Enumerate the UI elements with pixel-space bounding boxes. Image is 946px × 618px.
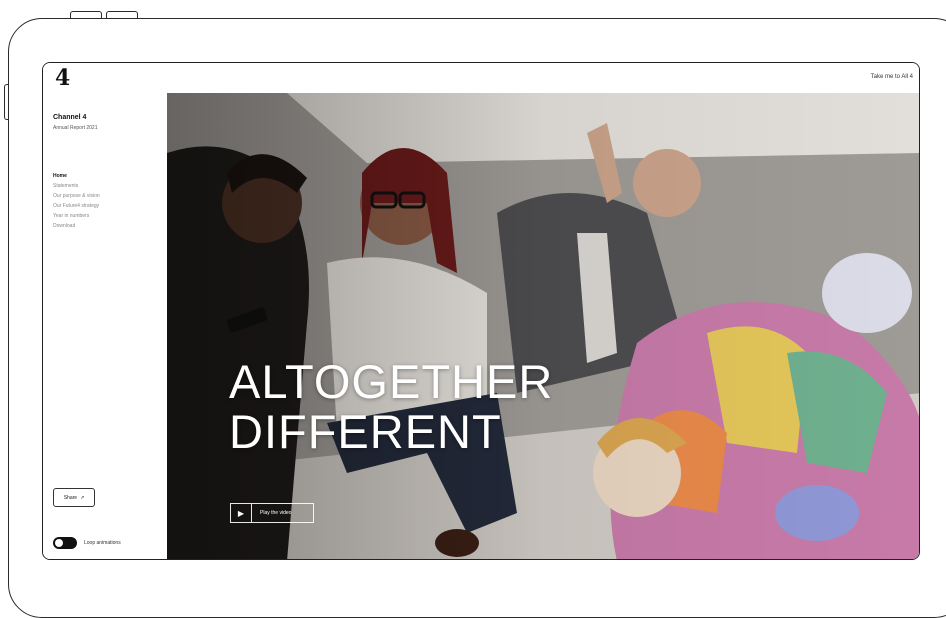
nav-item-numbers[interactable]: Year in numbers bbox=[53, 211, 100, 221]
nav-item-home[interactable]: Home bbox=[53, 171, 100, 181]
hero-headline: ALTOGETHER DIFFERENT bbox=[229, 357, 553, 457]
nav-item-download[interactable]: Download bbox=[53, 221, 100, 231]
share-button[interactable]: Share ↗ bbox=[53, 488, 95, 507]
nav-item-statements[interactable]: Statements bbox=[53, 181, 100, 191]
sidebar: Channel 4 Annual Report 2021 Home Statem… bbox=[43, 93, 167, 559]
brand-title: Channel 4 bbox=[53, 114, 87, 121]
take-me-to-all4-link[interactable]: Take me to All 4 bbox=[871, 74, 913, 80]
hero-photo bbox=[167, 93, 919, 559]
browser-screen: 4 Take me to All 4 Channel 4 Annual Repo… bbox=[42, 62, 920, 560]
headline-line-2: DIFFERENT bbox=[229, 405, 502, 458]
nav-item-strategy[interactable]: Our Future4 strategy bbox=[53, 201, 100, 211]
hero-banner: ALTOGETHER DIFFERENT ▶ Play the video bbox=[167, 93, 919, 559]
play-video-label: Play the video bbox=[260, 510, 292, 516]
play-icon: ▶ bbox=[231, 504, 252, 522]
top-bar: 4 Take me to All 4 bbox=[43, 63, 919, 93]
play-video-button[interactable]: ▶ Play the video bbox=[230, 503, 314, 523]
brand-subtitle: Annual Report 2021 bbox=[53, 125, 98, 131]
loop-animations-control: Loop animations bbox=[53, 537, 121, 549]
nav-item-purpose[interactable]: Our purpose & vision bbox=[53, 191, 100, 201]
share-label: Share bbox=[63, 494, 78, 501]
channel4-logo[interactable]: 4 bbox=[55, 65, 70, 91]
loop-animations-toggle[interactable] bbox=[53, 537, 77, 549]
headline-line-1: ALTOGETHER bbox=[229, 355, 554, 408]
loop-animations-label: Loop animations bbox=[84, 540, 121, 546]
external-arrow-icon: ↗ bbox=[80, 494, 85, 501]
sidebar-nav: Home Statements Our purpose & vision Our… bbox=[53, 171, 100, 231]
